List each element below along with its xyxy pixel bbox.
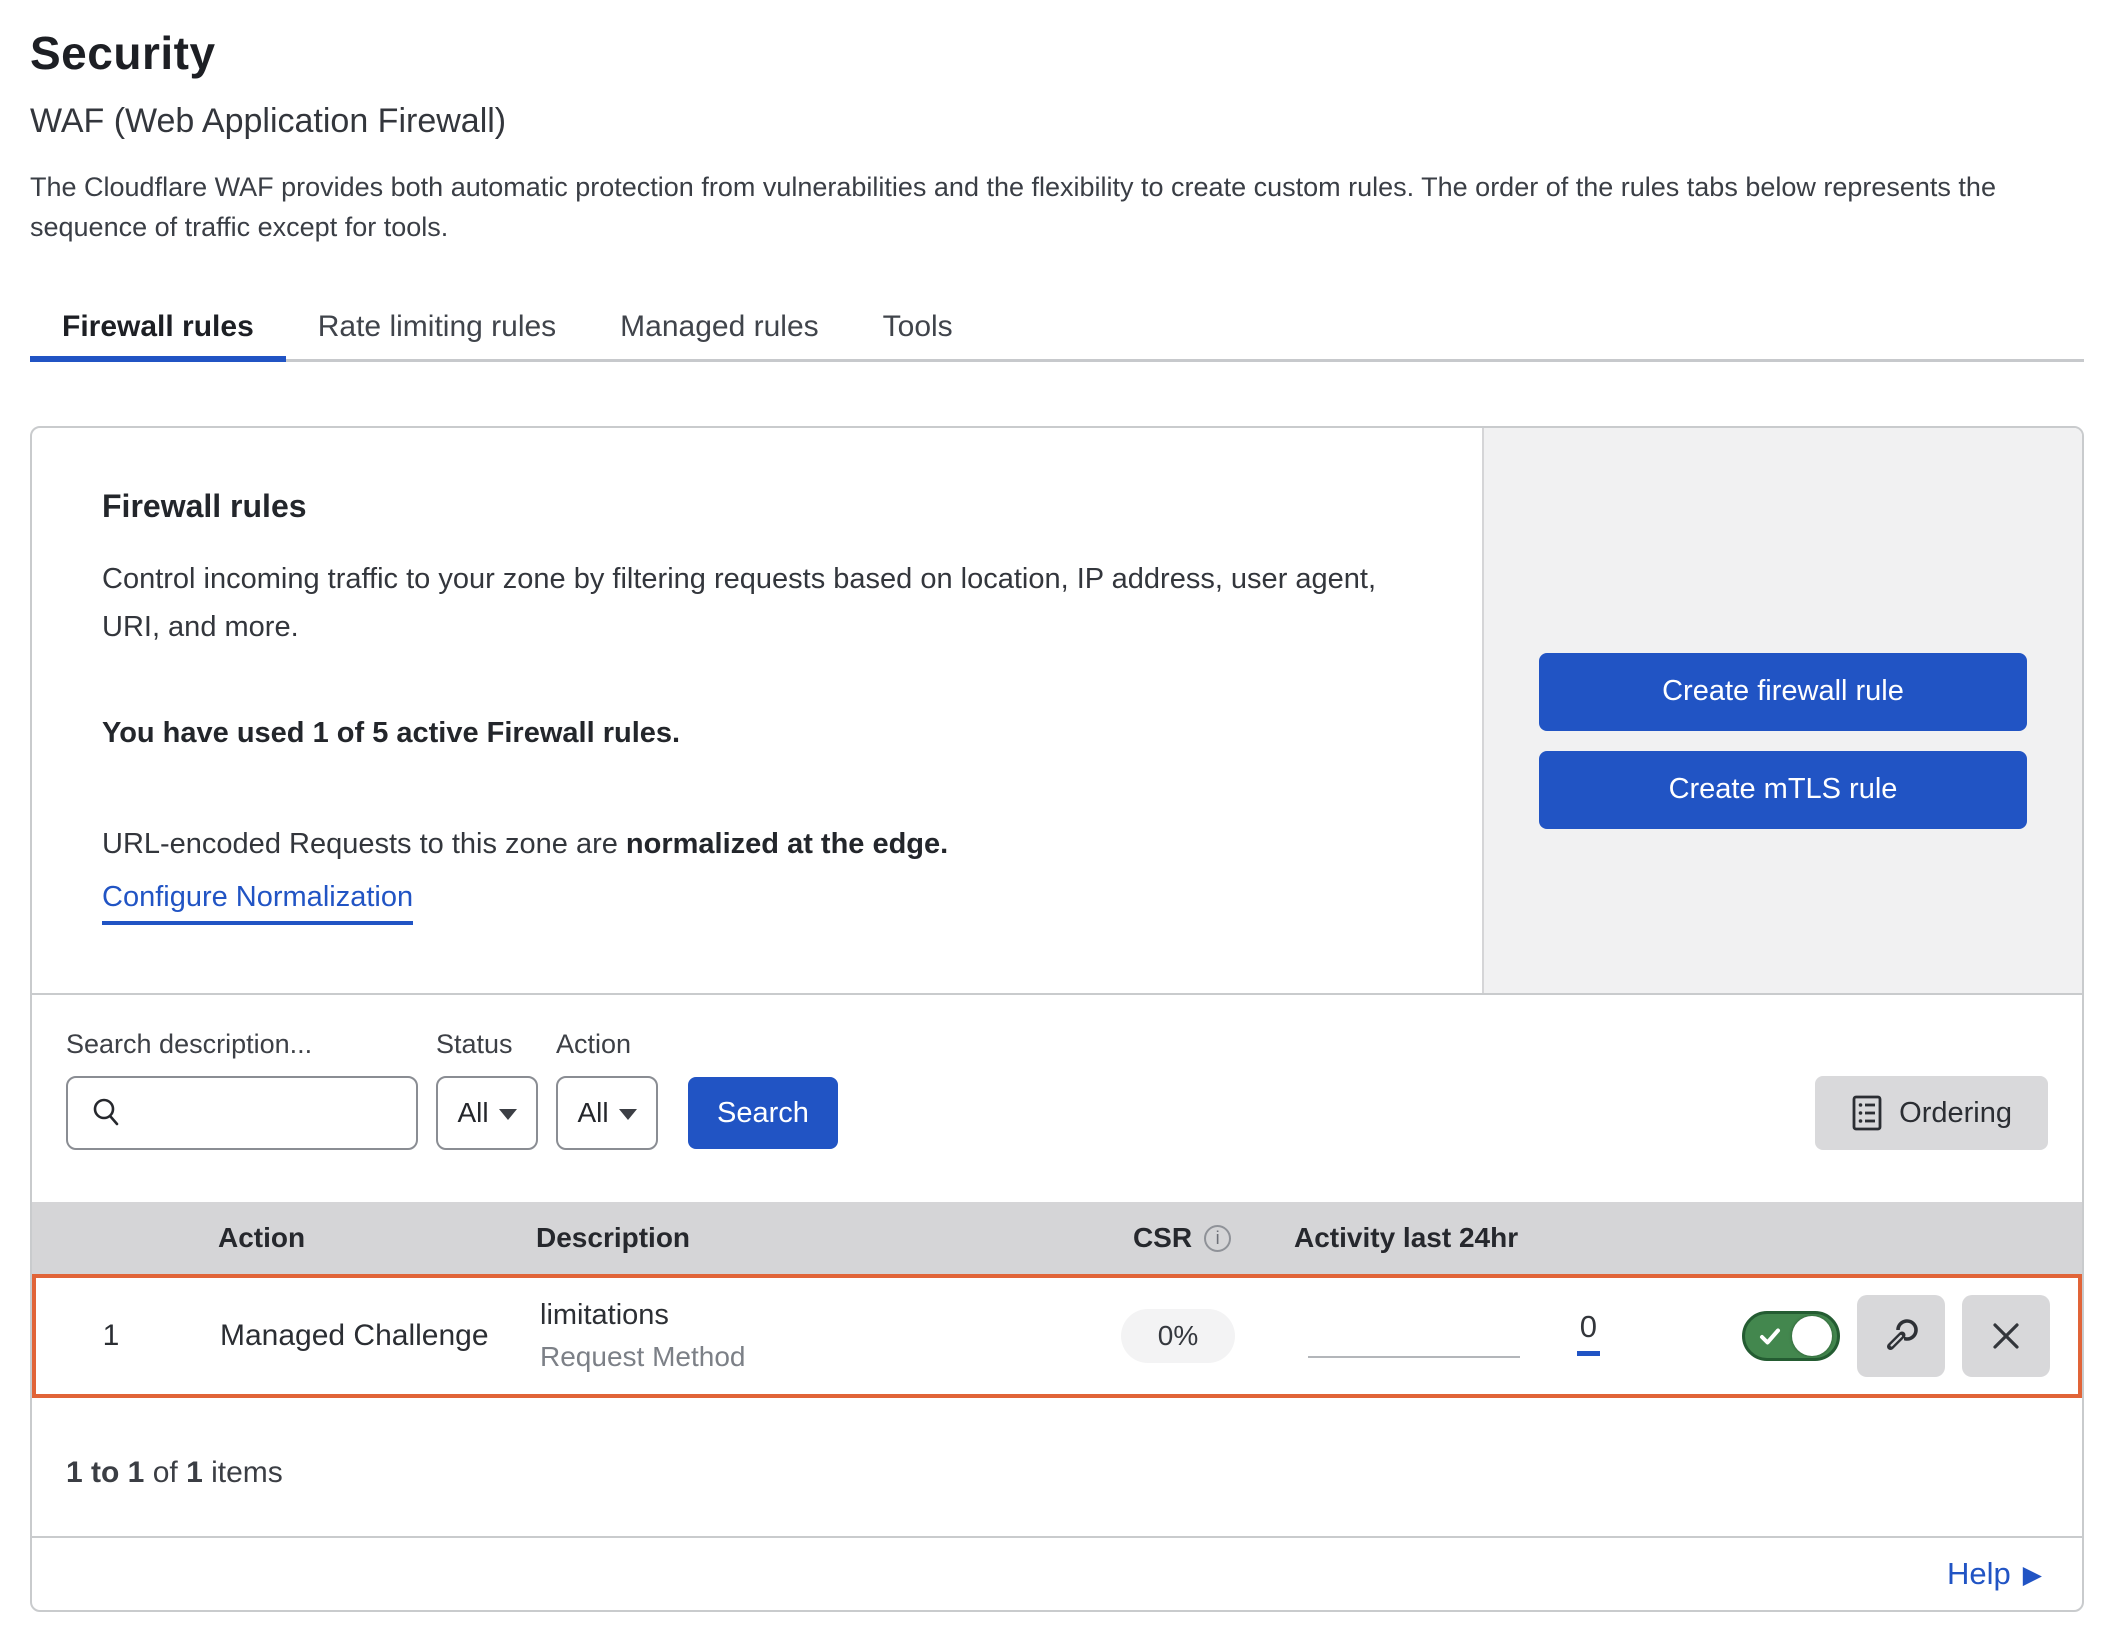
action-select-value: All <box>577 1097 608 1129</box>
search-box <box>66 1076 418 1150</box>
total-text: 1 <box>186 1456 203 1489</box>
page-title: Security <box>30 26 2084 80</box>
configure-normalization-link[interactable]: Configure Normalization <box>102 881 413 925</box>
firewall-rules-overview: Firewall rules Control incoming traffic … <box>32 428 2082 993</box>
status-select-value: All <box>457 1097 488 1129</box>
create-firewall-rule-button[interactable]: Create firewall rule <box>1539 653 2027 731</box>
rule-action: Managed Challenge <box>186 1319 516 1353</box>
help-link-label: Help <box>1947 1556 2011 1592</box>
normalization-note-bold: normalized at the edge. <box>626 828 948 860</box>
csr-header-label: CSR <box>1133 1222 1192 1254</box>
chevron-down-icon <box>619 1109 637 1120</box>
action-column-header: Action <box>182 1222 512 1254</box>
chevron-down-icon <box>499 1109 517 1120</box>
rule-csr-cell: 0% <box>1078 1309 1278 1363</box>
info-icon[interactable]: i <box>1204 1225 1231 1252</box>
search-filter: Search description... <box>66 1029 418 1150</box>
range-text: 1 to 1 <box>66 1456 144 1489</box>
overview-actions-panel: Create firewall rule Create mTLS rule <box>1482 428 2082 993</box>
normalization-note-text: URL-encoded Requests to this zone are <box>102 828 626 860</box>
create-mtls-rule-button[interactable]: Create mTLS rule <box>1539 751 2027 829</box>
search-icon <box>90 1096 124 1130</box>
items-text: items <box>211 1456 283 1489</box>
normalization-note: URL-encoded Requests to this zone are no… <box>102 828 1412 861</box>
action-filter: Action All <box>556 1029 658 1150</box>
rules-table-header: Action Description CSR i Activity last 2… <box>32 1202 2082 1274</box>
waf-security-page: Security WAF (Web Application Firewall) … <box>0 0 2114 1638</box>
csr-badge: 0% <box>1121 1309 1235 1363</box>
activity-column-header: Activity last 24hr <box>1282 1222 1732 1254</box>
overview-heading: Firewall rules <box>102 488 1412 525</box>
rule-expression: Request Method <box>540 1341 1078 1373</box>
rule-activity-cell: 0 <box>1278 1278 1728 1394</box>
rule-priority: 1 <box>36 1319 186 1353</box>
status-filter: Status All <box>436 1029 538 1150</box>
rule-description-cell: limitations Request Method <box>516 1299 1078 1373</box>
ordering-button[interactable]: Ordering <box>1815 1076 2048 1150</box>
firewall-rules-card: Firewall rules Control incoming traffic … <box>30 426 2084 1612</box>
description-column-header: Description <box>512 1222 1082 1254</box>
wrench-icon <box>1878 1313 1924 1359</box>
pagination-summary: 1 to 1 of 1 items <box>32 1398 2082 1536</box>
firewall-rule-row[interactable]: 1 Managed Challenge limitations Request … <box>32 1274 2082 1398</box>
activity-sparkline <box>1308 1356 1520 1358</box>
rule-enabled-toggle[interactable] <box>1742 1311 1840 1361</box>
action-label: Action <box>556 1029 658 1060</box>
help-link[interactable]: Help ▶ <box>1947 1556 2042 1592</box>
tab-firewall-rules[interactable]: Firewall rules <box>30 295 286 359</box>
tab-rate-limiting-rules[interactable]: Rate limiting rules <box>286 295 588 359</box>
usage-summary: You have used 1 of 5 active Firewall rul… <box>102 717 1412 750</box>
edit-rule-button[interactable] <box>1857 1295 1945 1377</box>
search-button[interactable]: Search <box>688 1077 838 1149</box>
search-label: Search description... <box>66 1029 418 1060</box>
tab-tools[interactable]: Tools <box>851 295 985 359</box>
overview-text-panel: Firewall rules Control incoming traffic … <box>32 428 1482 993</box>
arrow-right-icon: ▶ <box>2023 1561 2042 1588</box>
page-header: Security WAF (Web Application Firewall) … <box>0 0 2114 247</box>
close-icon <box>1986 1316 2026 1356</box>
list-ordering-icon <box>1851 1094 1883 1132</box>
check-icon <box>1757 1323 1783 1349</box>
status-select[interactable]: All <box>436 1076 538 1150</box>
ordering-button-label: Ordering <box>1899 1097 2012 1130</box>
page-subtitle: WAF (Web Application Firewall) <box>30 102 2084 141</box>
activity-count-link[interactable]: 0 <box>1577 1309 1600 1356</box>
rule-description: limitations <box>540 1299 1078 1332</box>
status-label: Status <box>436 1029 538 1060</box>
rule-controls <box>1728 1295 2078 1377</box>
rules-tab-bar: Firewall rules Rate limiting rules Manag… <box>30 295 2084 362</box>
help-footer: Help ▶ <box>32 1536 2082 1610</box>
page-description: The Cloudflare WAF provides both automat… <box>30 167 2084 247</box>
csr-column-header: CSR i <box>1082 1222 1282 1254</box>
toggle-knob <box>1792 1316 1832 1356</box>
tab-managed-rules[interactable]: Managed rules <box>588 295 850 359</box>
delete-rule-button[interactable] <box>1962 1295 2050 1377</box>
action-select[interactable]: All <box>556 1076 658 1150</box>
of-text: of <box>153 1456 178 1489</box>
rules-filter-bar: Search description... Status All <box>32 993 2082 1202</box>
overview-description: Control incoming traffic to your zone by… <box>102 555 1402 651</box>
search-input[interactable] <box>138 1097 400 1129</box>
